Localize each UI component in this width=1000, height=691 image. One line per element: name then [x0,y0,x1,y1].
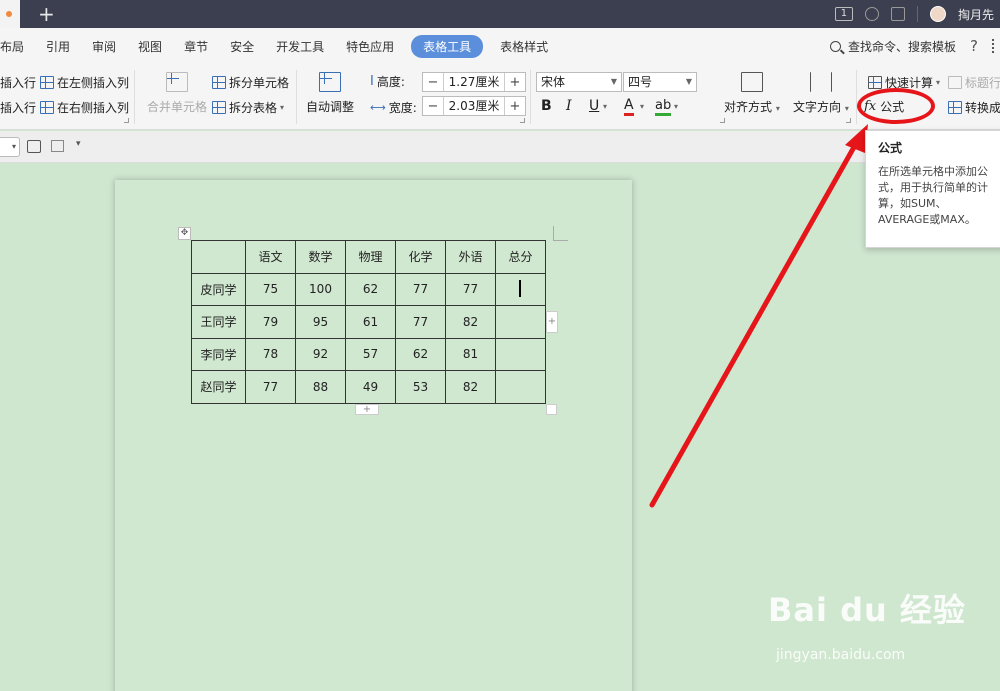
watermark: Bai du 经验 jingyan.baidu.com [768,585,998,685]
tooltip-body: 在所选单元格中添加公式，用于执行简单的计算，如SUM、AVERAGE或MAX。 [878,165,988,226]
watermark-logo: Bai du 经验 [768,591,966,629]
formula-tooltip: 公式 在所选单元格中添加公式，用于执行简单的计算，如SUM、AVERAGE或MA… [865,130,1000,248]
watermark-url: jingyan.baidu.com [776,647,906,663]
tooltip-title: 公式 [878,141,903,155]
